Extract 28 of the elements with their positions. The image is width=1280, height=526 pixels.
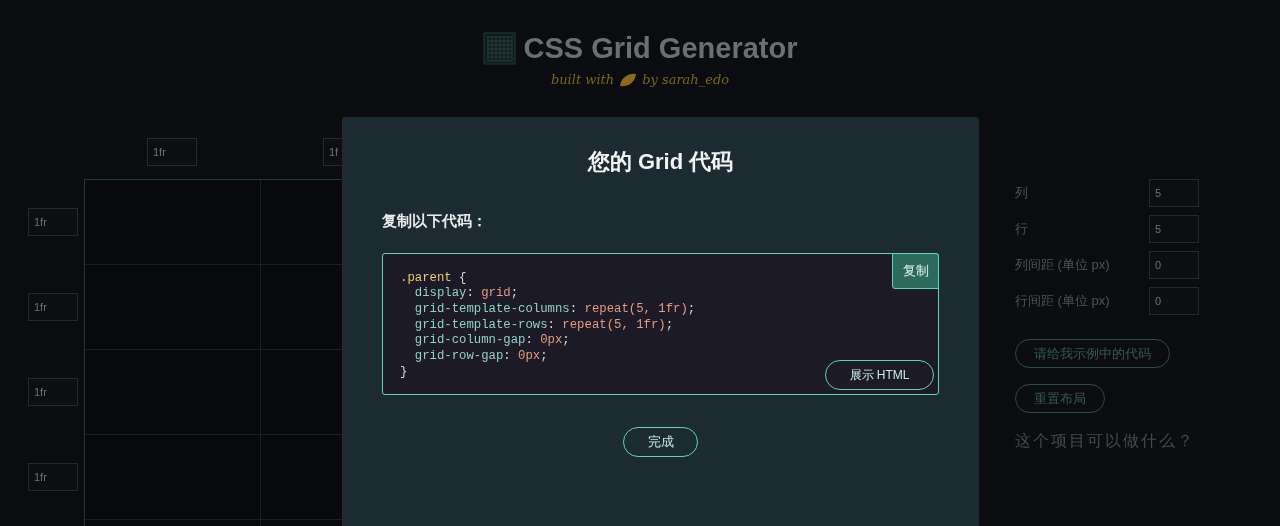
byline-text: built with xyxy=(550,71,615,89)
setting-field[interactable]: 0 xyxy=(1149,287,1199,315)
code-line: } xyxy=(400,364,408,381)
copy-prompt: 复制以下代码： xyxy=(382,211,488,231)
code-line: grid-column-gap: 0px; xyxy=(413,333,570,349)
code-line: display: grid; xyxy=(413,286,519,302)
row-size-field[interactable]: 1fr xyxy=(28,462,78,491)
row-size-field[interactable]: 1fr xyxy=(28,207,78,236)
setting-label: 列间距 (单位 px) xyxy=(1015,256,1111,275)
copy-button[interactable]: 复制 xyxy=(892,252,939,289)
code-line: .parent { xyxy=(400,270,467,287)
modal-title: 您的 Grid 代码 xyxy=(586,148,735,176)
setting-field[interactable]: 5 xyxy=(1149,215,1199,243)
setting-field[interactable]: 5 xyxy=(1149,179,1199,207)
app-title: CSS Grid Generator xyxy=(523,31,798,66)
grid-icon xyxy=(482,31,516,65)
setting-field[interactable]: 0 xyxy=(1149,251,1199,279)
code-line: grid-row-gap: 0px; xyxy=(413,349,548,365)
setting-label: 行 xyxy=(1015,220,1029,239)
row-size-field[interactable]: 1fr xyxy=(28,377,78,406)
author-text: by sarah_edo xyxy=(642,71,730,89)
setting-label: 列 xyxy=(1015,184,1029,203)
code-line: grid-template-columns: repeat(5, 1fr); xyxy=(413,301,696,318)
row-size-field[interactable]: 1fr xyxy=(28,292,78,321)
leaf-icon xyxy=(618,71,639,88)
column-size-field[interactable]: 1fr xyxy=(147,138,197,166)
setting-label: 行间距 (单位 px) xyxy=(1015,292,1111,311)
code-line: grid-template-rows: repeat(5, 1fr); xyxy=(413,317,674,334)
